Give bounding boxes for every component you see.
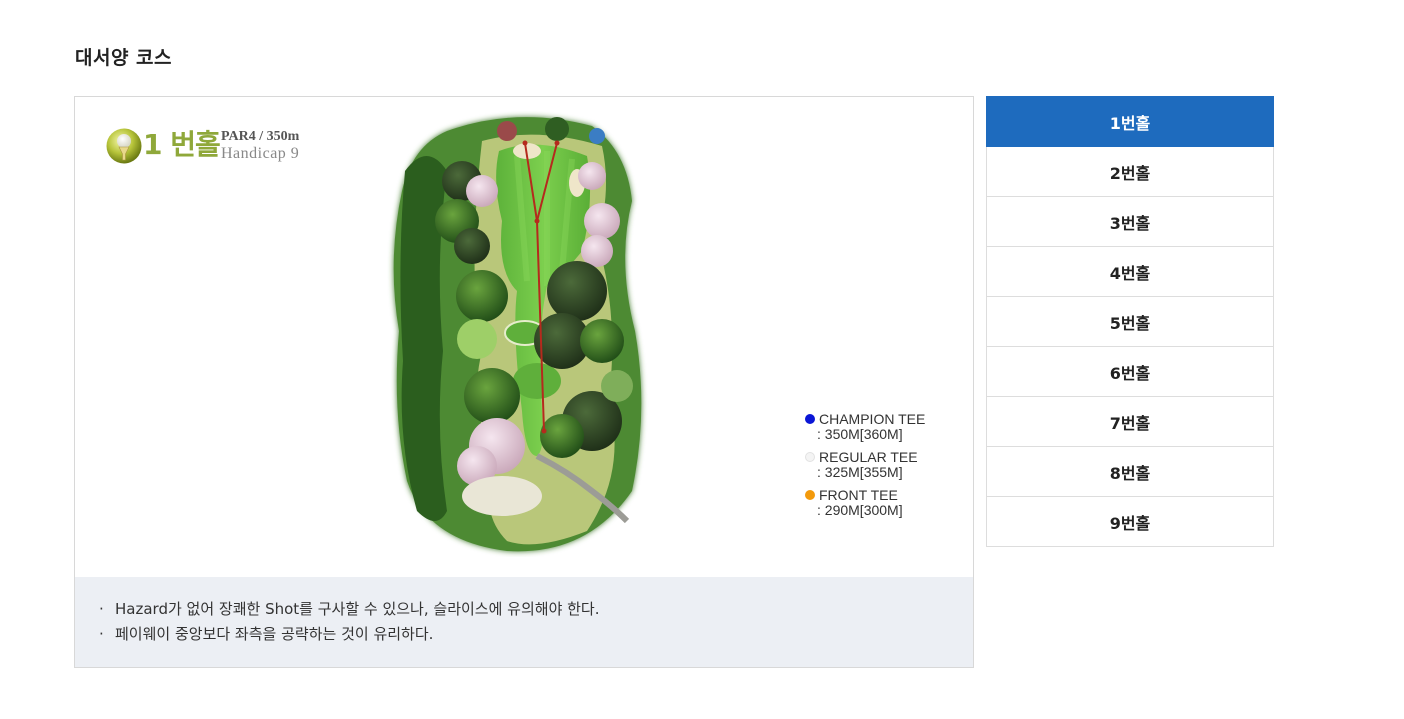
course-panel: 1 번홀 PAR4 / 350m Handicap 9 CHAMPION TEE… xyxy=(74,96,974,668)
tee-item-front: FRONT TEE : 290M[300M] xyxy=(805,488,925,518)
golf-ball-on-tee-icon xyxy=(106,128,142,164)
hole-description: · Hazard가 없어 장쾌한 Shot를 구사할 수 있으나, 슬라이스에 유… xyxy=(75,577,973,667)
hole-title: 1 번홀 xyxy=(143,128,221,162)
tee-name: CHAMPION TEE xyxy=(819,411,926,427)
tee-item-regular: REGULAR TEE : 325M[355M] xyxy=(805,450,925,480)
hole-tab-1[interactable]: 1번홀 xyxy=(986,96,1274,147)
page-title: 대서양 코스 xyxy=(75,47,173,69)
description-text: 페이웨이 중앙보다 좌측을 공략하는 것이 유리하다. xyxy=(115,625,434,643)
hole-tab-9[interactable]: 9번홀 xyxy=(986,497,1274,547)
hole-tab-8[interactable]: 8번홀 xyxy=(986,447,1274,497)
regular-tee-dot-icon xyxy=(805,452,815,462)
champion-tee-dot-icon xyxy=(805,414,815,424)
hole-label: 번홀 xyxy=(170,128,221,161)
tee-legend: CHAMPION TEE : 350M[360M] REGULAR TEE : … xyxy=(805,412,925,526)
bullet: · xyxy=(99,625,104,643)
hole-tab-5[interactable]: 5번홀 xyxy=(986,297,1274,347)
tee-distance: : 325M[355M] xyxy=(817,464,903,480)
tee-item-champion: CHAMPION TEE : 350M[360M] xyxy=(805,412,925,442)
hole-tab-list: 1번홀 2번홀 3번홀 4번홀 5번홀 6번홀 7번홀 8번홀 9번홀 xyxy=(986,96,1274,547)
hole-tab-6[interactable]: 6번홀 xyxy=(986,347,1274,397)
description-text: Hazard가 없어 장쾌한 Shot를 구사할 수 있으나, 슬라이스에 유의… xyxy=(115,600,600,618)
description-list: · Hazard가 없어 장쾌한 Shot를 구사할 수 있으나, 슬라이스에 유… xyxy=(99,597,600,647)
tee-name: FRONT TEE xyxy=(819,487,898,503)
tee-distance: : 350M[360M] xyxy=(817,426,903,442)
hole-map-area: 1 번홀 PAR4 / 350m Handicap 9 CHAMPION TEE… xyxy=(75,97,973,577)
hole-tab-2[interactable]: 2번홀 xyxy=(986,147,1274,197)
hole-tab-7[interactable]: 7번홀 xyxy=(986,397,1274,447)
hole-number: 1 xyxy=(143,128,163,161)
handicap: Handicap 9 xyxy=(221,145,300,162)
tee-name: REGULAR TEE xyxy=(819,449,918,465)
par-distance: PAR4 / 350m xyxy=(221,129,300,144)
description-item: · 페이웨이 중앙보다 좌측을 공략하는 것이 유리하다. xyxy=(99,622,600,647)
hole-badge: 1 번홀 PAR4 / 350m Handicap 9 xyxy=(105,127,315,167)
front-tee-dot-icon xyxy=(805,490,815,500)
bullet: · xyxy=(99,600,104,618)
hole-layout-image xyxy=(393,117,642,552)
description-item: · Hazard가 없어 장쾌한 Shot를 구사할 수 있으나, 슬라이스에 유… xyxy=(99,597,600,622)
hole-tab-3[interactable]: 3번홀 xyxy=(986,197,1274,247)
tee-distance: : 290M[300M] xyxy=(817,502,903,518)
hole-tab-4[interactable]: 4번홀 xyxy=(986,247,1274,297)
